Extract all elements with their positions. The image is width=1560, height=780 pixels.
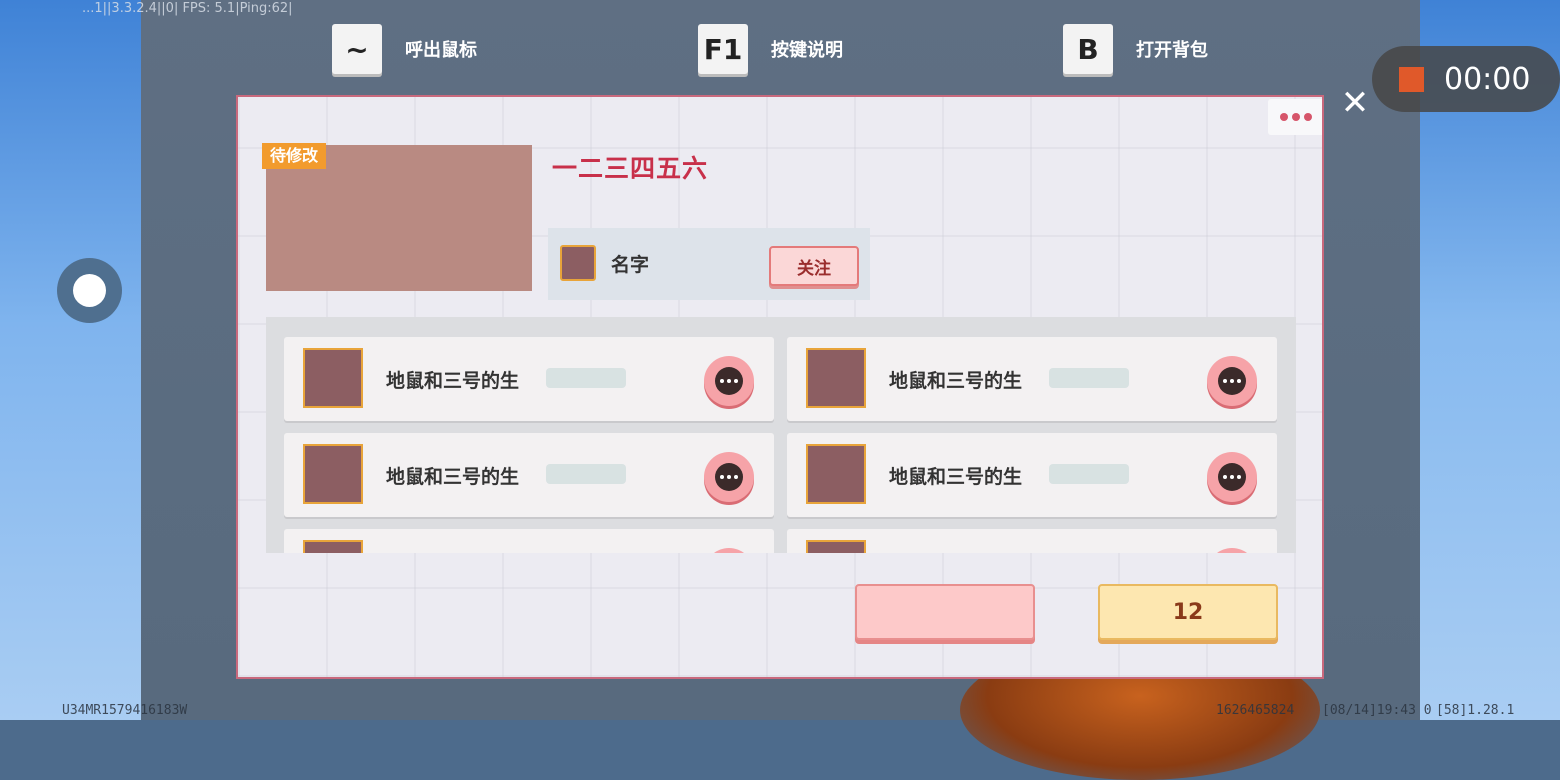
tilde-key-icon: ~	[332, 24, 382, 74]
list-item[interactable]	[787, 529, 1277, 553]
more-icon-dot	[1292, 113, 1300, 121]
status-bar	[546, 368, 626, 388]
list-item[interactable]: 地鼠和三号的生	[284, 337, 774, 421]
status-badge: 待修改	[262, 143, 327, 169]
chat-button[interactable]	[704, 548, 754, 553]
floating-joystick-button[interactable]	[57, 258, 122, 323]
chat-icon	[1218, 463, 1246, 491]
more-options-button[interactable]	[1268, 99, 1322, 135]
chat-button[interactable]	[704, 356, 754, 406]
avatar	[806, 348, 866, 408]
f1-key-icon: F1	[698, 24, 748, 74]
player-list[interactable]: 地鼠和三号的生 地鼠和三号的生 地鼠和三号的生 地鼠和三号的生	[266, 317, 1296, 553]
avatar	[806, 444, 866, 504]
list-item[interactable]	[284, 529, 774, 553]
item-name: 地鼠和三号的生	[386, 370, 520, 392]
chat-button[interactable]	[1207, 452, 1257, 502]
hint-open-bag[interactable]: B 打开背包	[1063, 24, 1208, 74]
chat-button[interactable]	[1207, 356, 1257, 406]
screen-recorder[interactable]: 00:00	[1372, 46, 1560, 112]
more-icon	[1280, 113, 1288, 121]
confirm-button[interactable]: 12	[1098, 584, 1278, 640]
hint-label: 呼出鼠标	[405, 40, 477, 61]
circle-icon	[73, 274, 106, 307]
device-id: U34MR1579416183W	[62, 703, 188, 718]
avatar	[303, 540, 363, 553]
list-item[interactable]: 地鼠和三号的生	[284, 433, 774, 517]
chat-button[interactable]	[1207, 548, 1257, 553]
hint-label: 按键说明	[771, 40, 843, 61]
list-item[interactable]: 地鼠和三号的生	[787, 433, 1277, 517]
follow-button[interactable]: 关注	[769, 246, 859, 286]
status-bar	[1049, 464, 1129, 484]
cancel-button[interactable]	[855, 584, 1035, 640]
stop-record-icon[interactable]	[1399, 66, 1424, 92]
sky-left-background	[0, 0, 141, 720]
avatar	[303, 444, 363, 504]
b-key-icon: B	[1063, 24, 1113, 74]
chat-icon	[715, 367, 743, 395]
avatar[interactable]	[560, 245, 596, 281]
hint-label: 打开背包	[1136, 40, 1208, 61]
author-info: 名字 关注	[548, 228, 870, 300]
chat-icon	[715, 463, 743, 491]
item-name: 地鼠和三号的生	[889, 466, 1023, 488]
hint-key-help[interactable]: F1 按键说明	[698, 24, 843, 74]
map-detail-dialog: 待修改 一二三四五六 名字 关注 地鼠和三号的生 地鼠和三号的生 地鼠和三号的生	[236, 95, 1324, 679]
uid-text: 1626465824	[1216, 703, 1295, 718]
author-name: 名字	[611, 254, 650, 276]
version-text: [58]1.28.1	[1436, 703, 1515, 718]
item-name: 地鼠和三号的生	[386, 466, 520, 488]
list-item[interactable]: 地鼠和三号的生	[787, 337, 1277, 421]
avatar	[806, 540, 866, 553]
record-time: 00:00	[1444, 61, 1531, 97]
map-title: 一二三四五六	[552, 154, 709, 183]
debug-info: ...1||3.3.2.4||0| FPS: 5.1|Ping:62|	[82, 1, 293, 16]
status-bar	[546, 464, 626, 484]
status-bar	[1049, 368, 1129, 388]
chat-icon	[1218, 367, 1246, 395]
chat-button[interactable]	[704, 452, 754, 502]
close-icon[interactable]: ✕	[1338, 86, 1372, 120]
timestamp: [08/14]19:43 0	[1322, 703, 1432, 718]
hint-call-mouse[interactable]: ~ 呼出鼠标	[332, 24, 477, 74]
avatar	[303, 348, 363, 408]
item-name: 地鼠和三号的生	[889, 370, 1023, 392]
more-icon-dot	[1304, 113, 1312, 121]
